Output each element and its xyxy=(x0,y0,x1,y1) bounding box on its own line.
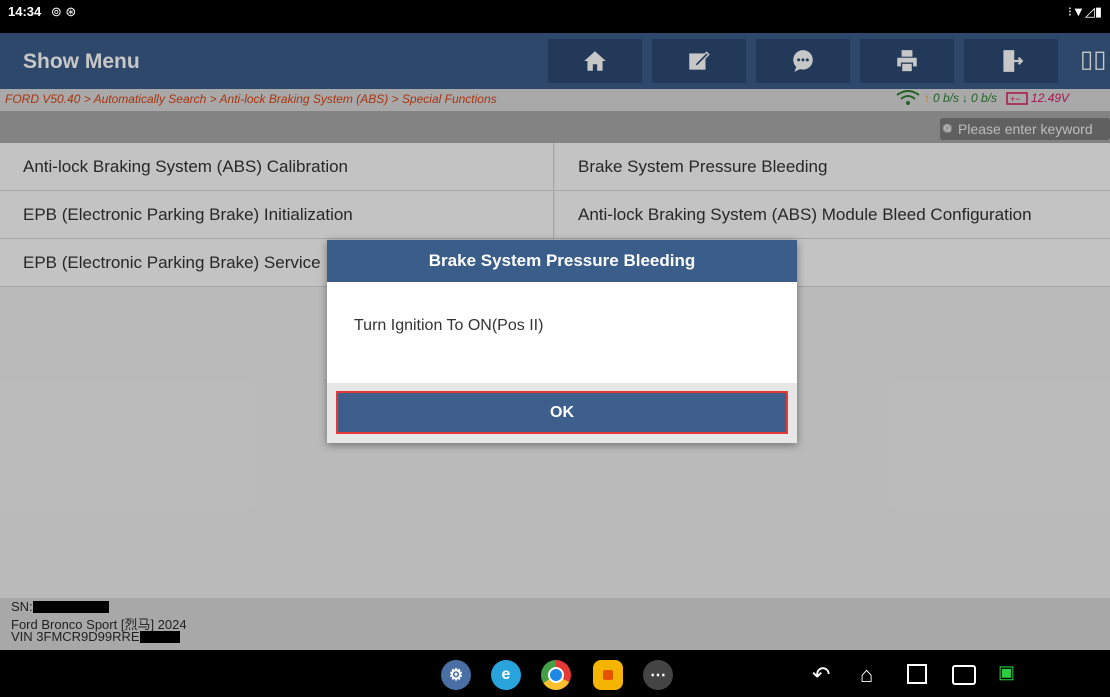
gallery-icon[interactable] xyxy=(952,665,976,685)
clock-text: 14:34 xyxy=(8,4,42,19)
vin-text: VIN 3FMCR9D99RRE xyxy=(11,629,140,644)
system-status-icons: ⁝▼◿▮ xyxy=(1067,4,1102,19)
ok-button[interactable]: OK xyxy=(336,391,788,434)
apps-grid-icon[interactable]: ⋯ xyxy=(643,660,673,690)
redacted-serial xyxy=(32,600,109,613)
settings-app-icon[interactable]: ⚙ xyxy=(441,660,471,690)
recents-icon[interactable] xyxy=(907,664,927,684)
status-bar xyxy=(0,0,1110,33)
vci-icon[interactable]: ▣ xyxy=(998,662,1015,683)
diagnostic-app-icon[interactable] xyxy=(593,660,623,690)
dialog-message: Turn Ignition To ON(Pos II) xyxy=(354,317,544,334)
notification-icons: ⊚ ⊛ xyxy=(50,4,77,19)
chrome-app-icon[interactable] xyxy=(541,660,571,690)
dialog-title: Brake System Pressure Bleeding xyxy=(327,240,797,282)
vin-line: VIN 3FMCR9D99RRE xyxy=(11,629,180,644)
serial-number-line: SN: xyxy=(11,599,109,614)
browser-app-icon[interactable]: e xyxy=(491,660,521,690)
sn-label: SN: xyxy=(11,599,33,614)
back-icon[interactable]: ↶ xyxy=(812,662,830,688)
redacted-vin xyxy=(139,630,180,643)
dialog: Brake System Pressure Bleeding Turn Igni… xyxy=(327,240,797,443)
home-nav-icon[interactable]: ⌂ xyxy=(860,662,873,688)
status-time: 14:34 ⊚ ⊛ xyxy=(8,4,76,20)
